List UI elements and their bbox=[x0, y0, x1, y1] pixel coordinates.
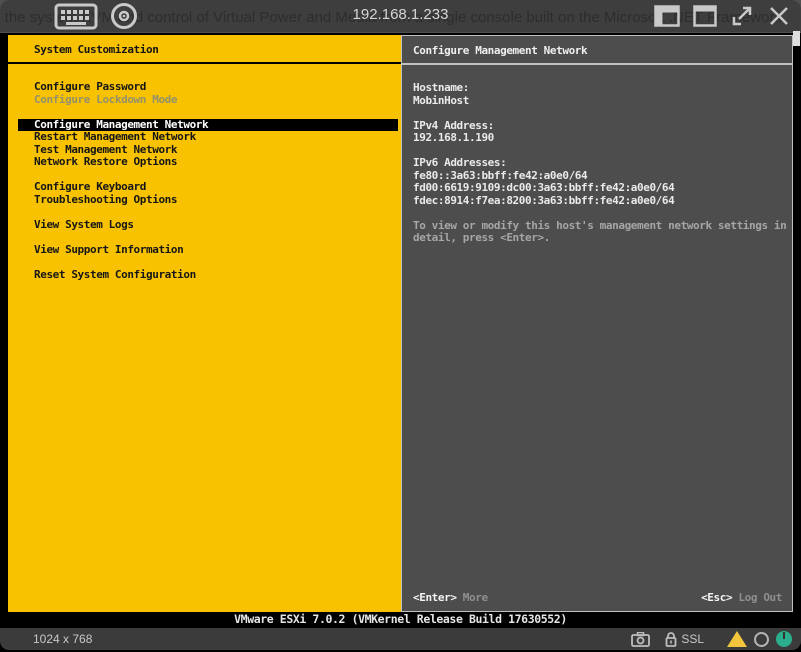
system-customization-panel: System Customization Configure Password … bbox=[8, 35, 401, 612]
right-panel-separator bbox=[402, 63, 792, 65]
key-hints: <Enter> More <Esc> Log Out bbox=[413, 591, 782, 604]
menu-item[interactable]: Restart Management Network bbox=[18, 131, 398, 144]
network-info: Hostname: MobinHost IPv4 Address: 192.16… bbox=[413, 82, 788, 245]
power-icon[interactable] bbox=[776, 631, 792, 647]
info-line bbox=[413, 207, 788, 220]
info-line: IPv6 Addresses: bbox=[413, 157, 788, 170]
enter-hint-label: More bbox=[463, 591, 488, 604]
menu-item[interactable]: Configure Password bbox=[18, 81, 398, 94]
esc-hint-label: Log Out bbox=[738, 591, 782, 604]
menu-icon[interactable] bbox=[10, 5, 42, 27]
fullscreen-icon[interactable] bbox=[730, 4, 754, 28]
resolution-label: 1024 x 768 bbox=[33, 632, 92, 646]
ssl-label: SSL bbox=[681, 632, 704, 646]
console-toolbar: to the system KVM and control of Virtual… bbox=[0, 0, 801, 32]
menu-item[interactable]: Configure Lockdown Mode bbox=[18, 94, 398, 107]
maximize-icon[interactable] bbox=[693, 5, 717, 27]
enter-key-hint: <Enter> bbox=[413, 591, 457, 604]
menu-item[interactable]: Reset System Configuration bbox=[18, 269, 398, 282]
info-line: MobinHost bbox=[413, 95, 788, 108]
status-bar: 1024 x 768 SSL bbox=[0, 628, 801, 650]
info-line: Hostname: bbox=[413, 82, 788, 95]
toolbar-right-group bbox=[654, 0, 791, 32]
status-icons: SSL bbox=[631, 631, 792, 647]
info-line: 192.168.1.190 bbox=[413, 132, 788, 145]
management-network-panel: Configure Management Network Hostname: M… bbox=[401, 35, 793, 612]
page-scrollbar[interactable] bbox=[793, 31, 800, 46]
menu-item[interactable]: Configure Keyboard bbox=[18, 181, 398, 194]
esc-key-hint: <Esc> bbox=[701, 591, 732, 604]
dcui-menu: Configure Password Configure Lockdown Mo… bbox=[18, 81, 398, 281]
esxi-version-bar: VMware ESXi 7.0.2 (VMKernel Release Buil… bbox=[0, 612, 801, 628]
close-icon[interactable] bbox=[767, 4, 791, 28]
keyboard-icon[interactable] bbox=[54, 3, 98, 30]
menu-item[interactable]: Troubleshooting Options bbox=[18, 194, 398, 207]
info-line: fd00:6619:9109:dc00:3a63:bbff:fe42:a0e0/… bbox=[413, 182, 788, 195]
menu-item[interactable]: View System Logs bbox=[18, 219, 398, 232]
disc-icon[interactable] bbox=[110, 2, 138, 30]
left-panel-title: System Customization bbox=[34, 43, 158, 56]
info-line: fdec:8914:f7ea:8200:3a63:bbff:fe42:a0e0/… bbox=[413, 195, 788, 208]
status-circle-icon bbox=[754, 632, 769, 647]
toolbar-left-group bbox=[10, 0, 138, 32]
camera-icon[interactable] bbox=[631, 632, 650, 647]
left-panel-separator bbox=[8, 62, 401, 64]
panel-layout-icon[interactable] bbox=[654, 5, 680, 27]
right-panel-title: Configure Management Network bbox=[413, 44, 587, 57]
menu-item[interactable]: Network Restore Options bbox=[18, 156, 398, 169]
menu-item bbox=[18, 256, 398, 269]
enter-hint: <Enter> More bbox=[413, 591, 488, 604]
esxi-dcui-screen: System Customization Configure Password … bbox=[0, 33, 801, 628]
menu-item bbox=[18, 231, 398, 244]
menu-item[interactable]: View Support Information bbox=[18, 244, 398, 257]
lock-icon bbox=[665, 632, 677, 647]
warning-triangle-icon bbox=[727, 631, 747, 647]
info-line: detail, press <Enter>. bbox=[413, 232, 788, 245]
menu-item bbox=[18, 206, 398, 219]
esc-hint: <Esc> Log Out bbox=[701, 591, 782, 604]
info-line bbox=[413, 107, 788, 120]
menu-item bbox=[18, 106, 398, 119]
